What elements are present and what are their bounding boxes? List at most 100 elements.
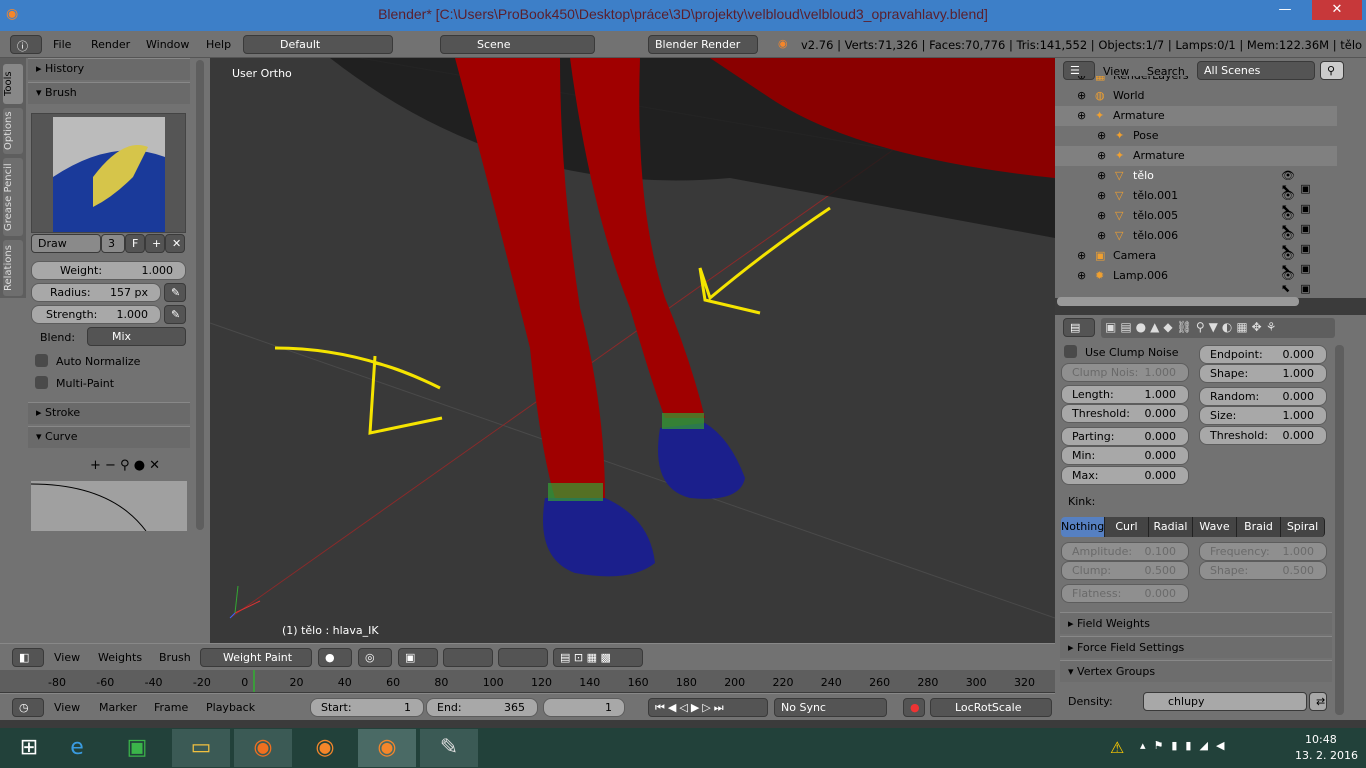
density-vertex-group-field[interactable]: chlupy <box>1143 692 1307 711</box>
kink-option-curl[interactable]: Curl <box>1105 517 1149 537</box>
current-frame-marker[interactable] <box>253 670 255 692</box>
outliner-row[interactable]: ⊕ ✹ Lamp.006 👁⬉▣ <box>1055 266 1337 295</box>
start-frame-field[interactable]: Start: 1 <box>310 698 424 717</box>
pressure-strength-icon[interactable]: ✎ <box>164 305 186 324</box>
pivot-selector[interactable]: ◎ <box>358 648 392 667</box>
threshold2-field[interactable]: Threshold: 0.000 <box>1199 426 1327 445</box>
layers-grid-2[interactable] <box>498 648 548 667</box>
outliner-row[interactable]: ⊕ ✦ Armature <box>1055 106 1337 126</box>
menu-playback[interactable]: Playback <box>206 701 255 714</box>
vertex-groups-header[interactable]: ▾ Vertex Groups <box>1060 660 1332 682</box>
expand-icon[interactable]: ⊕ <box>1077 76 1086 82</box>
clump-field[interactable]: Clump: 0.500 <box>1061 561 1189 580</box>
radius-slider[interactable]: Radius: 157 px <box>31 283 161 302</box>
tab-relations[interactable]: Relations <box>3 240 23 296</box>
curve-tools-icons[interactable]: + − ⚲ ● ✕ <box>90 458 160 473</box>
size-field[interactable]: Size: 1.000 <box>1199 406 1327 425</box>
outliner-h-scrollbar[interactable] <box>1057 297 1299 306</box>
editor-type-button[interactable]: ▤ <box>1063 318 1095 337</box>
menu-marker[interactable]: Marker <box>99 701 137 714</box>
outliner-row[interactable]: ⊕ ▽ tělo 👁⬉▣ <box>1055 166 1337 195</box>
kink-option-spiral[interactable]: Spiral <box>1281 517 1325 537</box>
brush-preview[interactable] <box>31 113 186 233</box>
menu-weights[interactable]: Weights <box>98 651 142 664</box>
menu-file[interactable]: File <box>53 38 71 51</box>
fake-user-button[interactable]: F <box>125 234 145 253</box>
playback-controls[interactable]: ⏮◀◁▶▷⏭ <box>648 698 768 717</box>
outliner-row[interactable]: ⊕ ▽ tělo.006 👁⬉▣ <box>1055 226 1337 255</box>
expand-icon[interactable]: ⊕ <box>1077 89 1086 102</box>
outliner-row[interactable]: ⊕ ▽ tělo.005 👁⬉▣ <box>1055 206 1337 235</box>
outliner-row[interactable]: ⊕ ▽ tělo.001 👁⬉▣ <box>1055 186 1337 215</box>
menu-help[interactable]: Help <box>206 38 231 51</box>
store-icon[interactable]: ▣ <box>108 729 166 767</box>
pressure-radius-icon[interactable]: ✎ <box>164 283 186 302</box>
scene-selector[interactable]: Scene <box>440 35 595 54</box>
paint-icon[interactable]: ✎ <box>420 729 478 767</box>
expand-icon[interactable]: ⊕ <box>1077 249 1086 262</box>
outliner-row[interactable]: ⊕ ▦ RenderLayers <box>1055 76 1337 86</box>
use-clump-noise-checkbox[interactable] <box>1064 345 1077 358</box>
shape2-field[interactable]: Shape: 0.500 <box>1199 561 1327 580</box>
multi-paint-checkbox[interactable] <box>35 376 48 389</box>
shape-field[interactable]: Shape: 1.000 <box>1199 364 1327 383</box>
clock-time[interactable]: 10:48 <box>1305 733 1337 746</box>
warning-icon[interactable]: ⚠ <box>1110 738 1124 757</box>
outliner-row[interactable]: ⊕ ▣ Camera 👁⬉▣ <box>1055 246 1337 275</box>
outliner-row[interactable]: ⊕ ✦ Armature <box>1055 146 1337 166</box>
firefox-icon[interactable]: ◉ <box>234 729 292 767</box>
expand-icon[interactable]: ⊕ <box>1097 129 1106 142</box>
layout-selector[interactable]: Default <box>243 35 393 54</box>
length-field[interactable]: Length: 1.000 <box>1061 385 1189 404</box>
close-button[interactable]: ✕ <box>1312 0 1362 20</box>
parting-field[interactable]: Parting: 0.000 <box>1061 427 1189 446</box>
amplitude-field[interactable]: Amplitude: 0.100 <box>1061 542 1189 561</box>
editor-type-button[interactable]: ◧ <box>12 648 44 667</box>
expand-icon[interactable]: ⊕ <box>1077 109 1086 122</box>
keying-set-select[interactable]: LocRotScale <box>930 698 1052 717</box>
tool-shelf-scrollbar[interactable] <box>196 60 204 530</box>
brush-panel-header[interactable]: ▾ Brush <box>28 82 190 104</box>
clump_noise-field[interactable]: Clump Nois: 1.000 <box>1061 363 1189 382</box>
internet-explorer-icon[interactable]: e <box>48 729 106 767</box>
brush-users[interactable]: 3 <box>101 234 125 253</box>
mode-selector[interactable]: Weight Paint <box>200 648 312 667</box>
weight-slider[interactable]: Weight: 1.000 <box>31 261 186 280</box>
invert-button[interactable]: ⇄ <box>1309 692 1327 711</box>
blender-icon[interactable]: ◉ <box>296 729 354 767</box>
sync-mode-select[interactable]: No Sync <box>774 698 887 717</box>
render-engine-selector[interactable]: Blender Render <box>648 35 758 54</box>
file-explorer-icon[interactable]: ▭ <box>172 729 230 767</box>
min-field[interactable]: Min: 0.000 <box>1061 446 1189 465</box>
menu-brush[interactable]: Brush <box>159 651 191 664</box>
tab-tools[interactable]: Tools <box>3 64 23 104</box>
force-field-settings-header[interactable]: ▸ Force Field Settings <box>1060 636 1332 658</box>
menu-frame[interactable]: Frame <box>154 701 188 714</box>
tab-options[interactable]: Options <box>3 108 23 154</box>
shading-selector[interactable]: ● <box>318 648 352 667</box>
brush-curve-editor[interactable] <box>31 481 187 531</box>
current-frame-field[interactable]: 1 <box>543 698 625 717</box>
strength-slider[interactable]: Strength: 1.000 <box>31 305 161 324</box>
expand-icon[interactable]: ⊕ <box>1097 189 1106 202</box>
menu-render[interactable]: Render <box>91 38 130 51</box>
kink-option-nothing[interactable]: Nothing <box>1061 517 1105 537</box>
frequency-field[interactable]: Frequency: 1.000 <box>1199 542 1327 561</box>
properties-context-tabs[interactable]: ▣▤●▲◆⛓⚲▼◐▦✥⚘ <box>1101 318 1335 338</box>
blend-mode-select[interactable]: Mix <box>87 327 186 346</box>
layers-grid[interactable] <box>443 648 493 667</box>
render-buttons[interactable]: ▤ ⊡ ▦ ▩ <box>553 648 643 667</box>
new-brush-button[interactable]: + <box>145 234 165 253</box>
blender-active-icon[interactable]: ◉ <box>358 729 416 767</box>
menu-view[interactable]: View <box>54 651 80 664</box>
properties-scrollbar[interactable] <box>1335 345 1344 715</box>
3d-viewport[interactable]: User Ortho (1) tělo : hlava_IK <box>210 58 1055 643</box>
expand-icon[interactable]: ⊕ <box>1097 229 1106 242</box>
history-panel-header[interactable]: ▸ History <box>28 58 190 80</box>
visibility-icons[interactable]: 👁⬉▣ <box>1281 269 1337 295</box>
expand-icon[interactable]: ⊕ <box>1097 169 1106 182</box>
minimize-button[interactable]: — <box>1262 0 1308 20</box>
unlink-brush-button[interactable]: ✕ <box>165 234 185 253</box>
menu-window[interactable]: Window <box>146 38 189 51</box>
expand-icon[interactable]: ⊕ <box>1077 269 1086 282</box>
